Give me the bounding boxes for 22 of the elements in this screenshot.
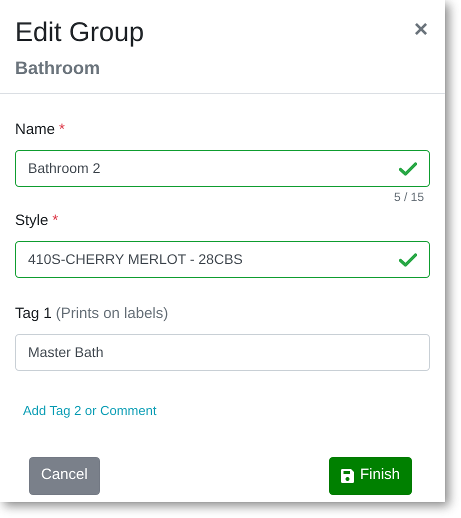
input-field[interactable]: Bathroom 2 — [15, 150, 430, 187]
add-tag-link[interactable]: Add Tag 2 or Comment — [23, 401, 156, 420]
field-label: Tag 1 — [15, 304, 52, 324]
character-counter: 5 / 15 — [394, 189, 424, 205]
field-value: 410S-CHERRY MERLOT - 28CBS — [28, 250, 244, 269]
field-hint: (Prints on labels) — [56, 304, 168, 324]
required-mark: * — [52, 211, 58, 231]
checkmark-icon — [399, 252, 417, 266]
field-value: Master Bath — [28, 343, 104, 362]
save-icon — [340, 468, 354, 482]
required-mark: * — [59, 120, 65, 140]
field-label: Style — [15, 211, 48, 231]
dialog-title: Edit Group — [15, 16, 144, 49]
finish-button[interactable]: Finish — [328, 456, 412, 494]
field-label: Name — [15, 120, 56, 140]
dialog-subtitle: Bathroom — [15, 57, 101, 80]
input-field[interactable]: Master Bath — [15, 334, 430, 371]
field-value: Bathroom 2 — [28, 159, 102, 178]
cancel-button[interactable]: Cancel — [29, 456, 100, 494]
checkmark-icon — [399, 162, 417, 176]
close-button[interactable]: × — [414, 18, 428, 42]
input-field[interactable]: 410S-CHERRY MERLOT - 28CBS — [15, 241, 430, 278]
